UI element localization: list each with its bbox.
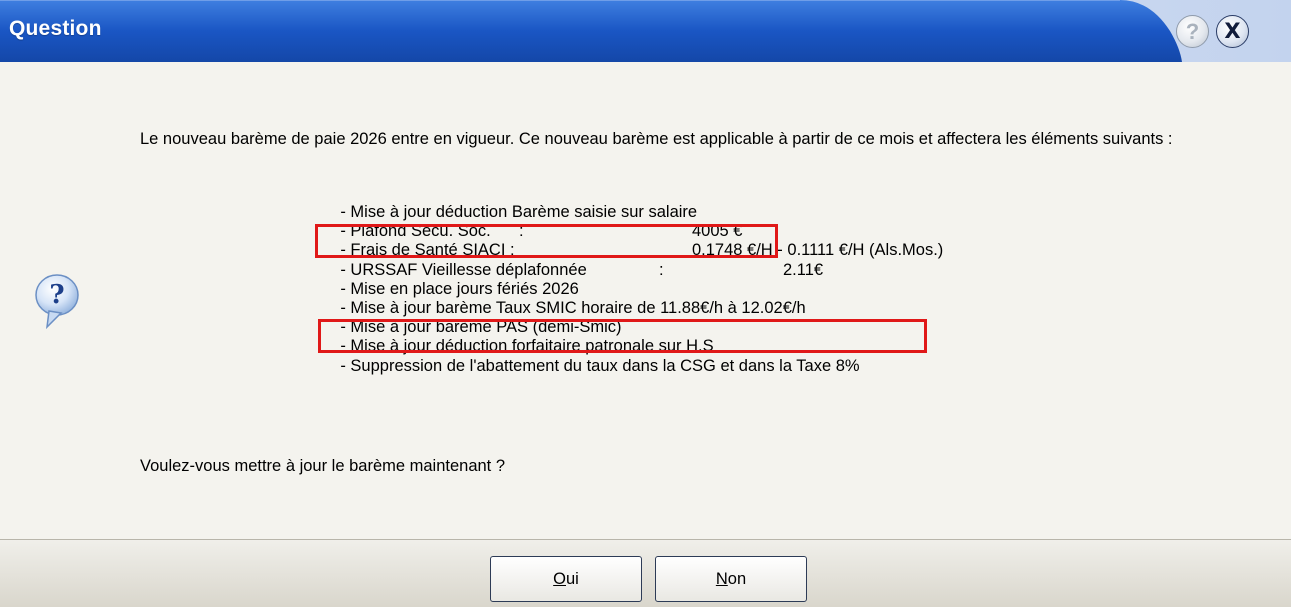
item-label: - Suppression de l'abattement du taux da… [340, 356, 860, 375]
title-bar: Question ? X [0, 0, 1291, 62]
yes-button[interactable]: Oui [490, 556, 642, 602]
button-bar [0, 539, 1291, 607]
question-text: Voulez-vous mettre à jour le barème main… [140, 457, 506, 475]
no-button[interactable]: Non [655, 556, 807, 602]
help-icon[interactable]: ? [1176, 15, 1209, 48]
yes-button-label: ui [566, 570, 579, 588]
list-item: - URSSAF Vieillesse déplafonnée : 2.11€ [322, 261, 823, 280]
highlight-box-smic [318, 319, 927, 353]
item-label: - Mise en place jours fériés 2026 [340, 279, 579, 298]
item-value: 2.11€ [783, 260, 824, 279]
item-label: - URSSAF Vieillesse déplafonnée [340, 260, 587, 279]
window-title: Question [9, 17, 102, 40]
item-label: - Mise à jour barème Taux SMIC horaire d… [340, 298, 806, 317]
svg-text:?: ? [49, 280, 64, 310]
close-icon[interactable]: X [1216, 15, 1249, 48]
title-bar-band [0, 0, 1291, 62]
highlight-box-plafond [315, 224, 778, 258]
list-item: - Mise en place jours fériés 2026 [322, 280, 578, 299]
no-button-accel: N [715, 570, 728, 588]
item-separator: : [659, 260, 664, 279]
list-item: - Mise à jour déduction Barème saisie su… [322, 203, 697, 222]
yes-button-accel: O [553, 570, 566, 588]
no-button-label: on [727, 570, 747, 588]
list-item: - Suppression de l'abattement du taux da… [322, 357, 859, 376]
intro-text: Le nouveau barème de paie 2026 entre en … [140, 130, 1173, 148]
title-bar-shape [0, 0, 1291, 62]
list-item: - Mise à jour barème Taux SMIC horaire d… [322, 299, 805, 318]
item-label: - Mise à jour déduction Barème saisie su… [340, 203, 698, 221]
question-bubble-icon: ? [35, 274, 79, 330]
